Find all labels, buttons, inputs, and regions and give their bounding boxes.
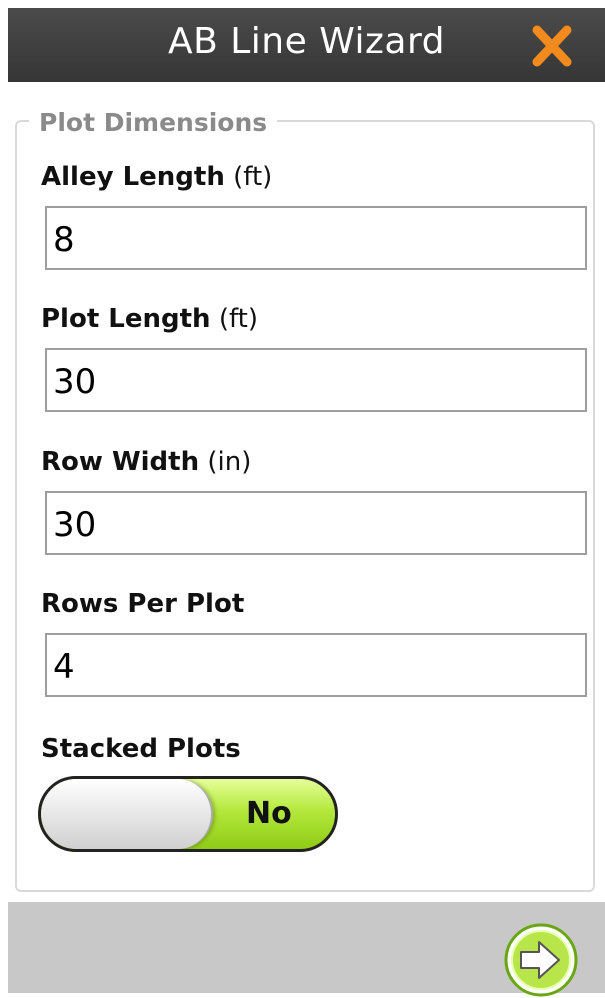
- window-title: AB Line Wizard: [167, 21, 446, 62]
- plot-length-label: Plot Length (ft): [41, 304, 259, 334]
- alley-length-label: Alley Length (ft): [41, 162, 273, 192]
- row-width-label: Row Width (in): [41, 447, 252, 477]
- stacked-plots-label: Stacked Plots: [41, 734, 241, 764]
- footer-bar: [8, 902, 605, 997]
- row-width-input[interactable]: 30: [45, 491, 587, 555]
- title-bar: AB Line Wizard: [8, 8, 605, 82]
- wizard-window: AB Line Wizard Plot Dimensions Alley Len…: [8, 8, 605, 997]
- group-legend: Plot Dimensions: [29, 108, 278, 137]
- alley-length-input[interactable]: 8: [45, 206, 587, 270]
- close-icon[interactable]: [529, 24, 575, 68]
- rows-per-plot-label: Rows Per Plot: [41, 589, 245, 619]
- toggle-state-label: No: [246, 796, 292, 831]
- rows-per-plot-input[interactable]: 4: [45, 633, 587, 697]
- plot-length-input[interactable]: 30: [45, 348, 587, 412]
- toggle-thumb[interactable]: [41, 779, 213, 849]
- stacked-plots-toggle[interactable]: No: [38, 776, 338, 852]
- next-button[interactable]: [503, 922, 579, 998]
